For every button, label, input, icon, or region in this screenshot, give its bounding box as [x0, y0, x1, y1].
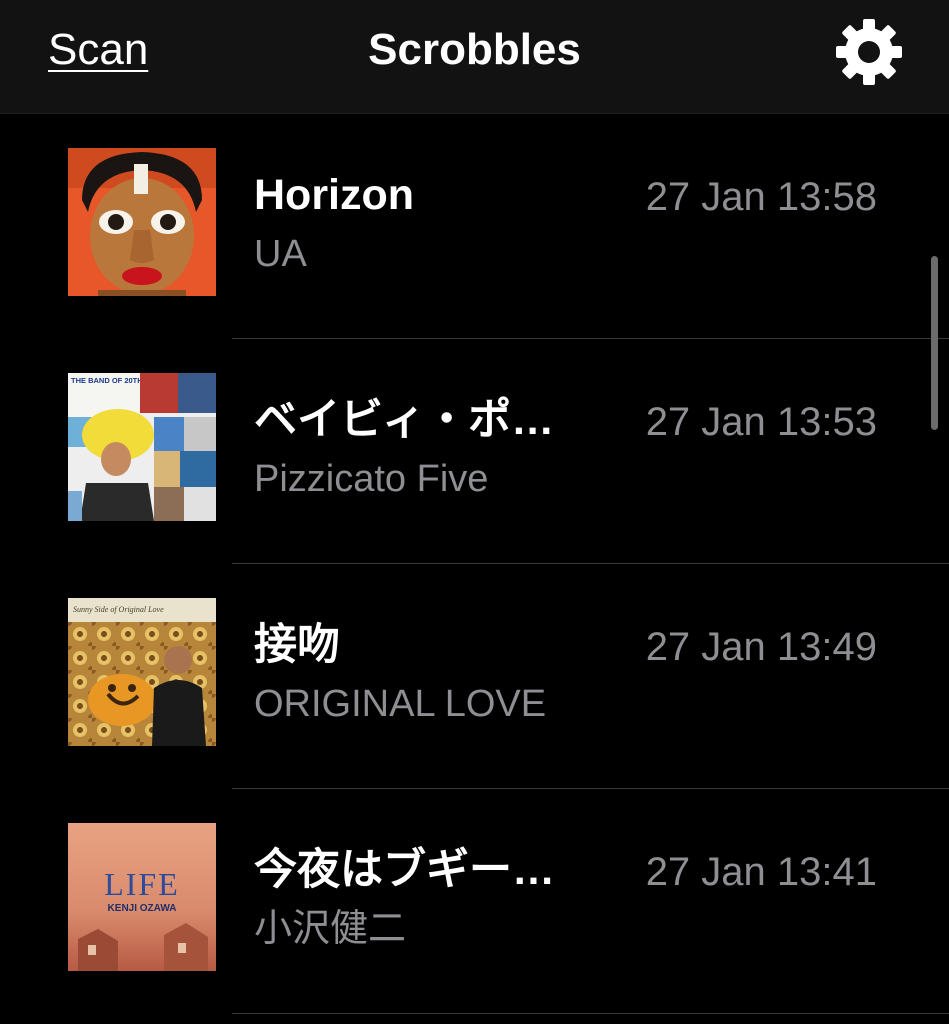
scrobble-list[interactable]: Horizon UA 27 Jan 13:58 THE BAND OF 20TH… [0, 114, 949, 1024]
artist-name: ORIGINAL LOVE [254, 683, 547, 725]
scrobble-timestamp: 27 Jan 13:58 [645, 175, 877, 219]
track-title: 今夜はブギー… [254, 846, 555, 894]
track-title: ベイビィ・ポ… [254, 396, 555, 444]
artist-name: UA [254, 233, 307, 275]
track-title: Horizon [254, 171, 415, 219]
navigation-bar: Scan Scrobbles [0, 0, 949, 114]
vertical-scrollbar[interactable] [931, 256, 938, 430]
scrobble-timestamp: 27 Jan 13:49 [645, 625, 877, 669]
list-item[interactable]: Sunny Side of Original Love 接吻 ORIGINAL … [0, 564, 949, 789]
album-art-patterned: Sunny Side of Original Love [68, 598, 216, 746]
album-art-text: Sunny Side of Original Love [73, 605, 164, 614]
album-art-subtitle: KENJI OZAWA [108, 903, 177, 914]
artist-name: 小沢健二 [254, 908, 407, 950]
gear-icon[interactable] [833, 16, 905, 88]
album-art-collage: THE BAND OF 20TH CENTURY: Nippon Columbi… [68, 373, 216, 521]
page-title: Scrobbles [368, 25, 581, 74]
list-item[interactable]: LIFE KENJI OZAWA 今夜はブギー… 小沢健二 27 Jan 13:… [0, 789, 949, 1014]
album-art-life: LIFE KENJI OZAWA [68, 823, 216, 971]
track-title: 接吻 [254, 621, 340, 669]
album-art-face-portrait [68, 148, 216, 296]
list-item[interactable]: Horizon UA 27 Jan 13:58 [0, 114, 949, 339]
list-item[interactable]: THE BAND OF 20TH CENTURY: Nippon Columbi… [0, 339, 949, 564]
scrobble-timestamp: 27 Jan 13:53 [645, 400, 877, 444]
scrobble-timestamp: 27 Jan 13:41 [645, 850, 877, 894]
album-art-title: LIFE [104, 866, 180, 902]
artist-name: Pizzicato Five [254, 458, 489, 500]
row-separator [232, 1013, 949, 1014]
